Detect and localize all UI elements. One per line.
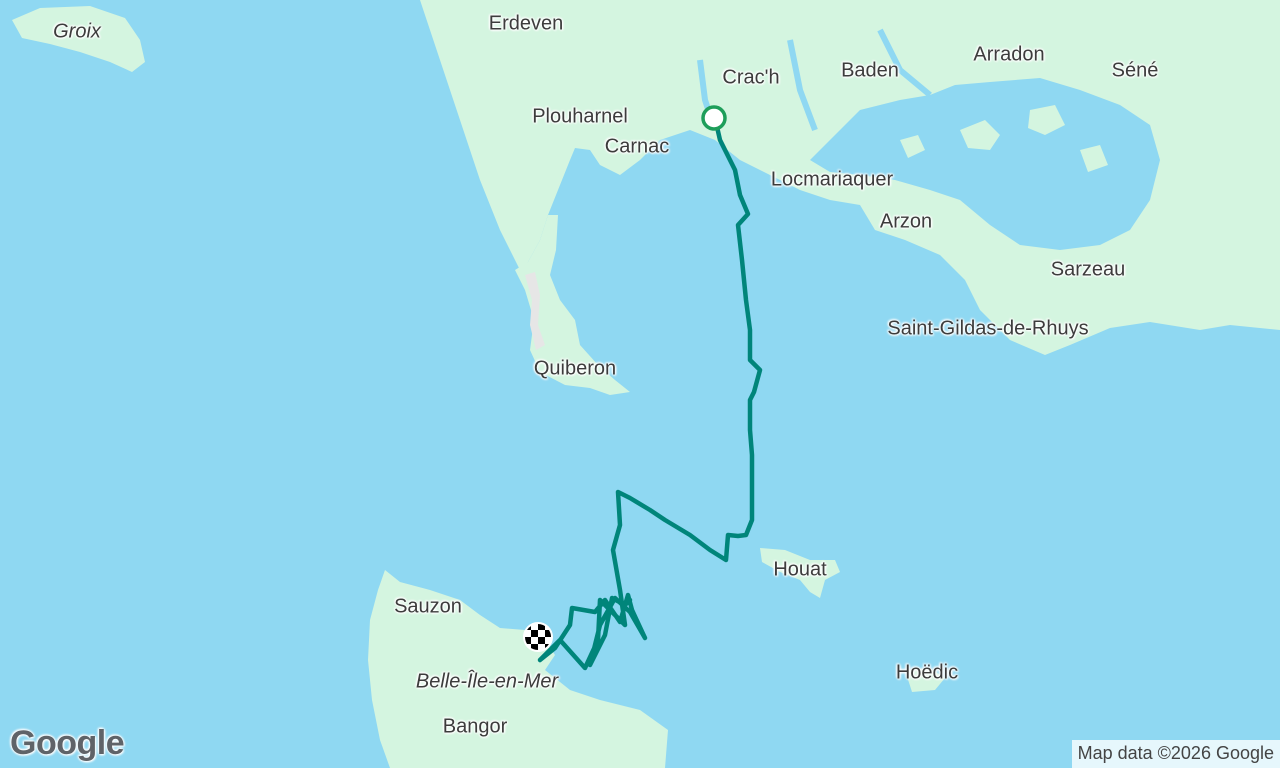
start-marker[interactable] (701, 105, 727, 131)
label-arradon: Arradon (973, 43, 1045, 66)
map-attribution[interactable]: Map data ©2026 Google (1071, 740, 1280, 768)
label-carnac: Carnac (604, 135, 670, 158)
label-crach: Crac'h (722, 66, 780, 89)
label-belle-ile: Belle-Île-en-Mer (415, 670, 559, 693)
label-locmariaquer: Locmariaquer (770, 168, 894, 191)
label-baden: Baden (841, 59, 899, 82)
finish-marker[interactable] (523, 622, 553, 652)
label-saint-gildas: Saint-Gildas-de-Rhuys (887, 317, 1089, 340)
label-sarzeau: Sarzeau (1050, 258, 1126, 281)
label-groix: Groix (53, 20, 101, 43)
label-bangor: Bangor (442, 715, 508, 738)
google-logo[interactable]: Google (10, 724, 125, 763)
label-sauzon: Sauzon (394, 595, 462, 618)
map-canvas[interactable] (0, 0, 1280, 768)
label-houat: Houat (773, 558, 827, 581)
label-hoedic: Hoëdic (895, 661, 959, 684)
label-plouharnel: Plouharnel (532, 105, 628, 128)
label-arzon: Arzon (879, 210, 933, 233)
label-sene: Séné (1111, 59, 1159, 82)
label-quiberon: Quiberon (533, 357, 617, 380)
label-erdeven: Erdeven (488, 12, 564, 35)
